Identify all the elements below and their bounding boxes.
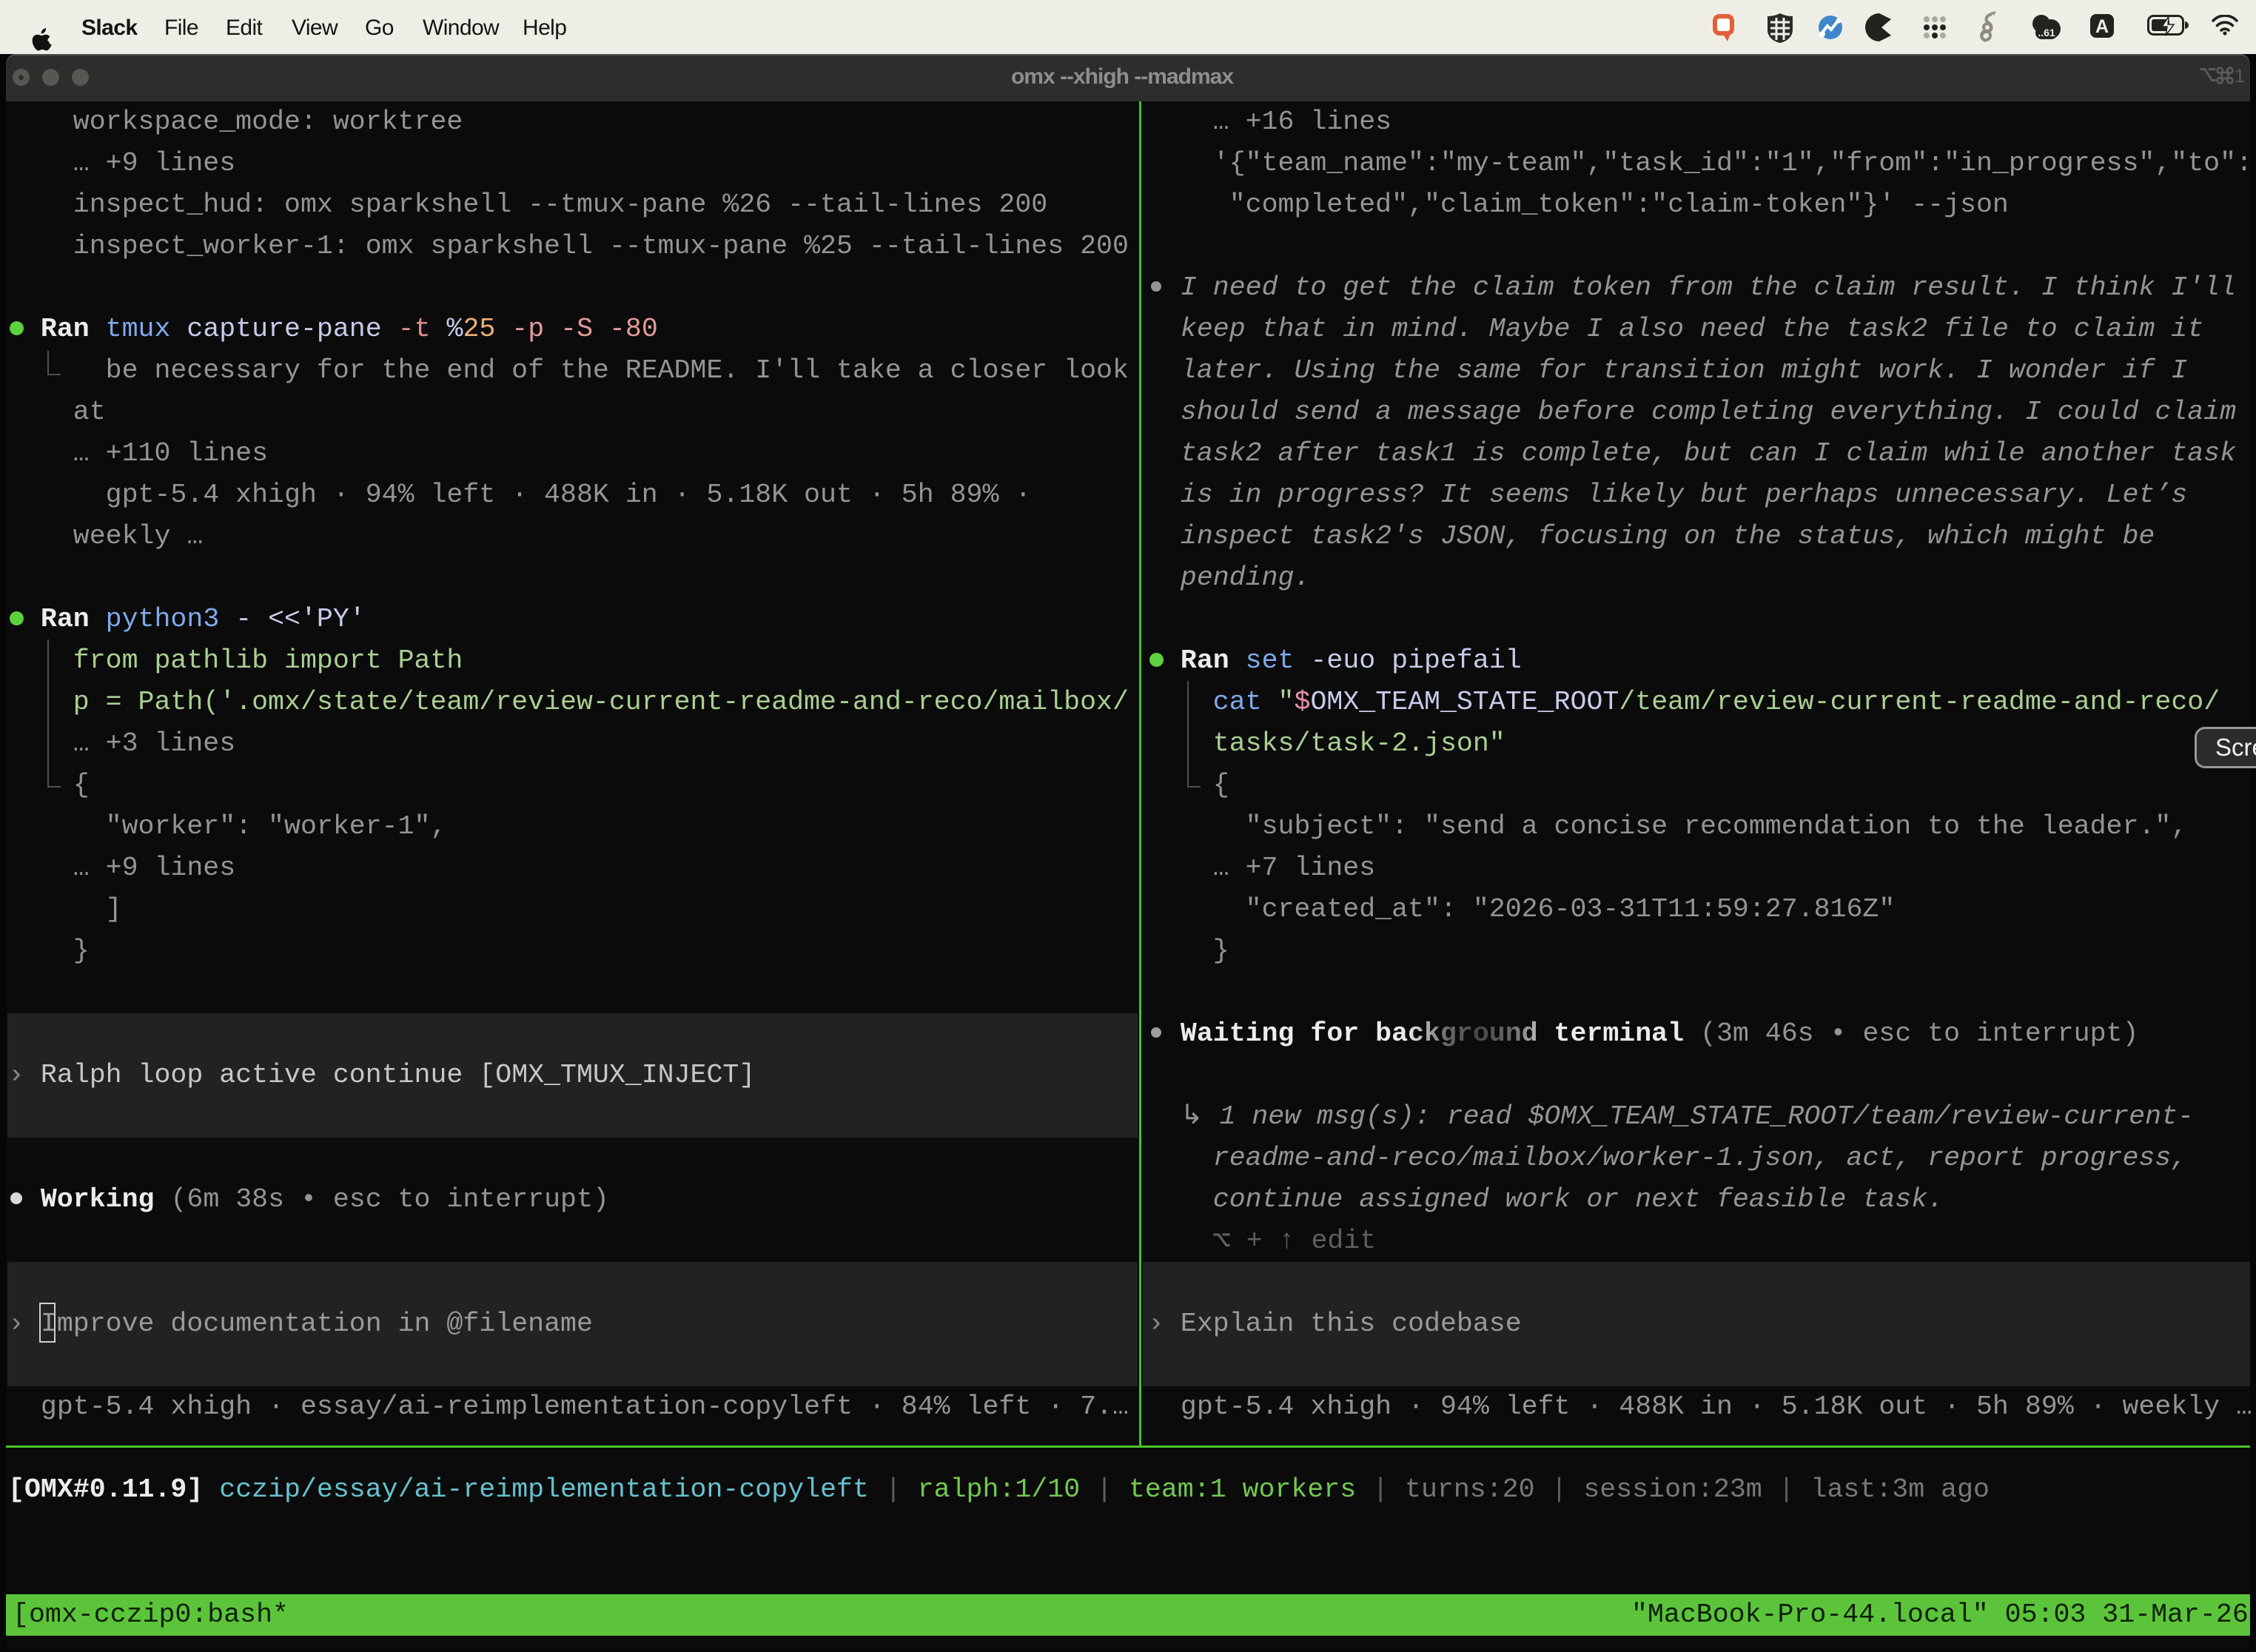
svg-text:1: 1 <box>2235 66 2245 86</box>
svg-text:..61: ..61 <box>2038 27 2055 38</box>
